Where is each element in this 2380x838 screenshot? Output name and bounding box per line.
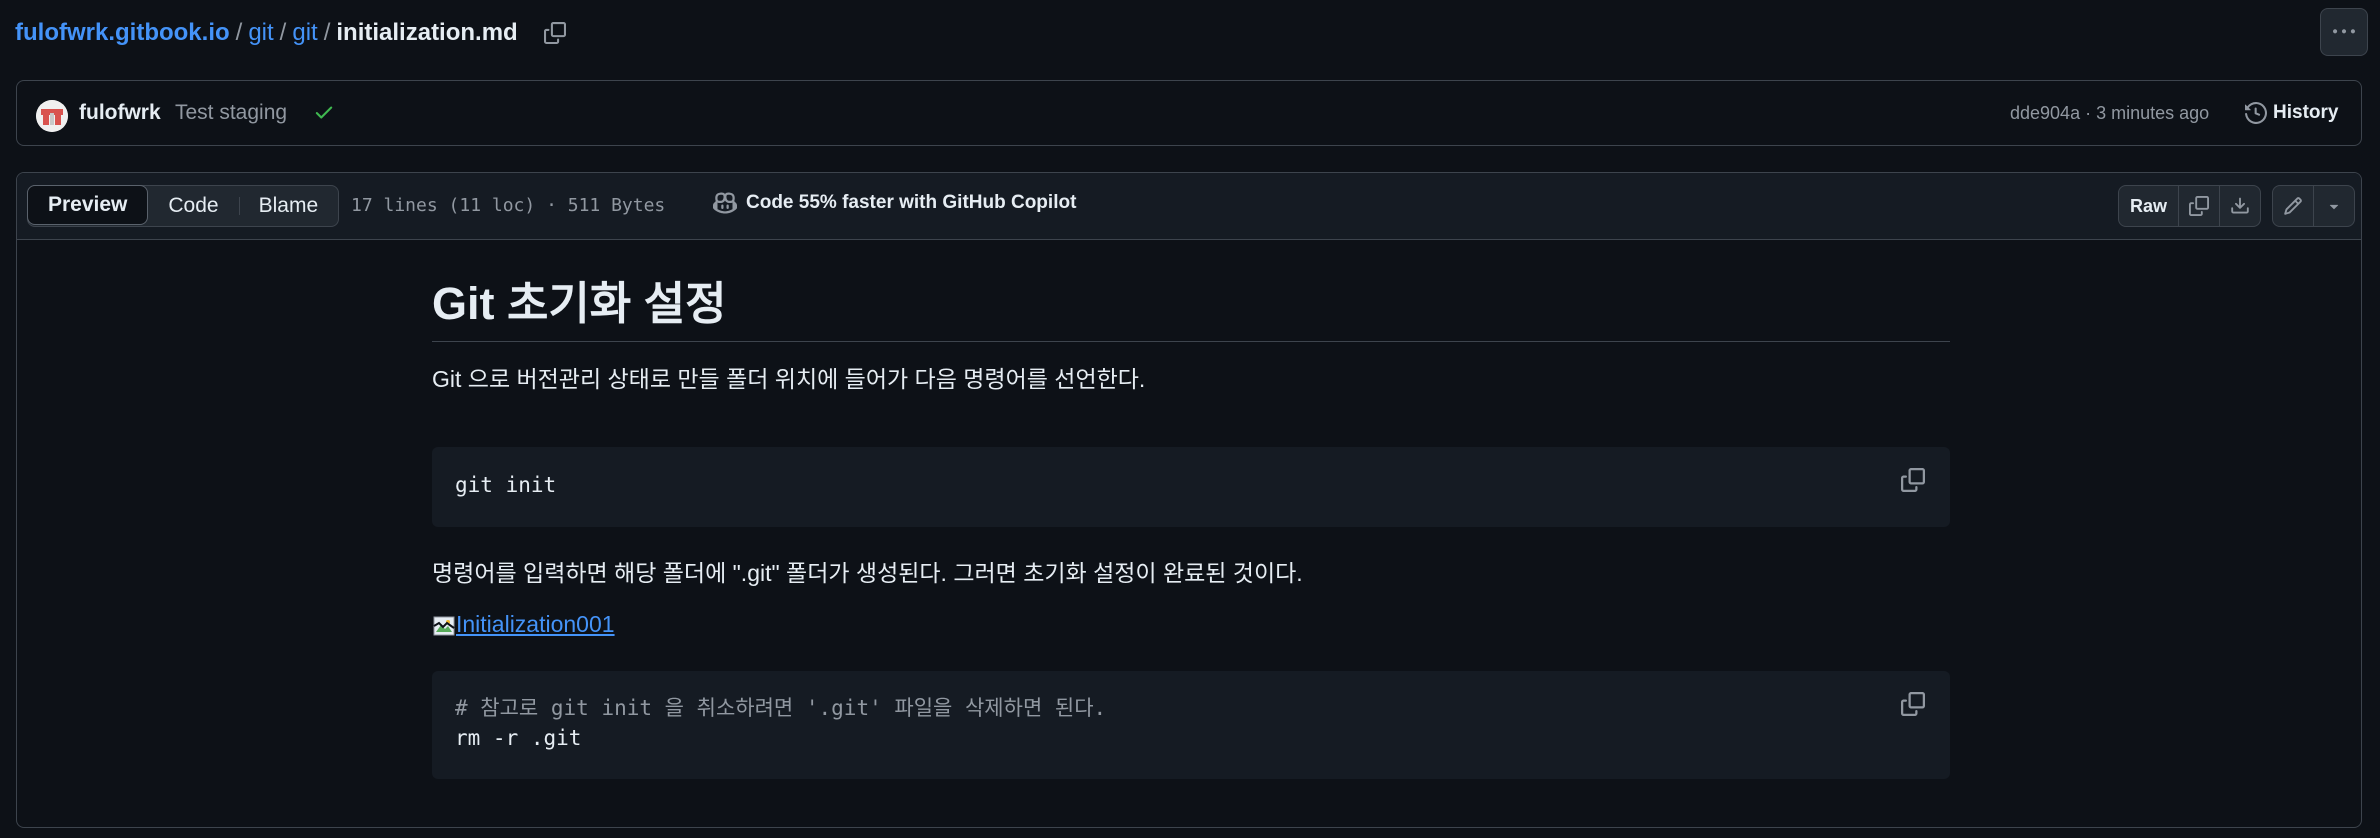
- commit-message-link[interactable]: Test staging: [175, 101, 287, 125]
- view-mode-switch: Preview Code Blame: [27, 185, 340, 227]
- raw-button[interactable]: Raw: [2119, 186, 2179, 226]
- copy-icon: [1901, 692, 1925, 716]
- image-alt-text: Initialization001: [456, 611, 615, 637]
- code-text: git init: [455, 473, 557, 497]
- code-command: rm -r .git: [455, 726, 582, 750]
- tab-blame[interactable]: Blame: [238, 186, 339, 226]
- breadcrumb-repo-link[interactable]: fulofwrk.gitbook.io: [15, 19, 230, 47]
- breadcrumb-separator: /: [323, 19, 331, 46]
- copy-icon: [2189, 196, 2209, 216]
- pencil-icon: [2284, 197, 2302, 215]
- paragraph: Git 으로 버전관리 상태로 만들 폴더 위치에 들어가 다음 명령어를 선언…: [432, 366, 1146, 392]
- breadcrumb-filename: initialization.md: [336, 19, 518, 46]
- copilot-icon: [713, 192, 737, 214]
- latest-commit-bar: fulofwrk Test staging dde904a · 3 minute…: [16, 80, 2362, 146]
- tab-preview[interactable]: Preview: [27, 185, 149, 225]
- triangle-down-icon: [2329, 204, 2339, 210]
- code-text: # 참고로 git init 을 취소하려면 '.git' 파일을 삭제하면 된…: [455, 693, 1106, 753]
- commit-author-link[interactable]: fulofwrk: [79, 101, 161, 125]
- download-icon: [2231, 197, 2249, 214]
- history-button[interactable]: History: [2245, 95, 2338, 131]
- more-options-button[interactable]: [2320, 8, 2368, 56]
- code-block: git init: [432, 447, 1950, 527]
- code-comment: # 참고로 git init 을 취소하려면 '.git' 파일을 삭제하면 된…: [455, 696, 1107, 720]
- breadcrumb-separator: /: [235, 19, 243, 46]
- tab-code[interactable]: Code: [148, 186, 238, 226]
- file-view: Preview Code Blame 17 lines (11 loc) · 5…: [16, 172, 2362, 828]
- file-size-info: 17 lines (11 loc) · 511 Bytes: [351, 195, 666, 216]
- code-block: # 참고로 git init 을 취소하려면 '.git' 파일을 삭제하면 된…: [432, 671, 1950, 779]
- image-link[interactable]: Initialization001: [432, 611, 615, 638]
- file-path-bar: fulofwrk.gitbook.io / git / git / initia…: [0, 0, 2380, 64]
- download-raw-button[interactable]: [2220, 186, 2260, 226]
- paragraph: 명령어를 입력하면 해당 폴더에 ".git" 폴더가 생성된다. 그러면 초기…: [432, 560, 1303, 586]
- kebab-horizontal-icon: [2333, 29, 2355, 34]
- copy-icon: [543, 22, 566, 44]
- copy-raw-button[interactable]: [2179, 186, 2220, 226]
- edit-file-button[interactable]: [2273, 186, 2314, 226]
- history-icon: [2245, 102, 2267, 124]
- edit-options-dropdown[interactable]: [2314, 186, 2354, 226]
- copy-path-button[interactable]: [538, 16, 572, 50]
- copy-code-button[interactable]: [1896, 687, 1930, 721]
- breadcrumb-separator: /: [279, 19, 287, 46]
- edit-actions-group: [2272, 185, 2355, 227]
- commit-sha-and-time[interactable]: dde904a · 3 minutes ago: [2010, 103, 2209, 124]
- file-actions-group: Raw: [2118, 185, 2261, 227]
- history-label: History: [2273, 102, 2339, 123]
- check-icon[interactable]: [313, 101, 335, 123]
- copy-code-button[interactable]: [1896, 463, 1930, 497]
- copilot-promo-link[interactable]: Code 55% faster with GitHub Copilot: [713, 191, 1076, 215]
- page-title: Git 초기화 설정: [432, 278, 1950, 342]
- file-header: Preview Code Blame 17 lines (11 loc) · 5…: [17, 173, 2361, 240]
- breadcrumb-subfolder-link[interactable]: git: [292, 19, 317, 47]
- copy-icon: [1901, 468, 1925, 492]
- copilot-promo-text: Code 55% faster with GitHub Copilot: [746, 192, 1077, 213]
- breadcrumb-folder-link[interactable]: git: [248, 19, 273, 47]
- avatar[interactable]: [36, 100, 68, 132]
- broken-image-icon: [433, 616, 455, 636]
- breadcrumb: fulofwrk.gitbook.io / git / git / initia…: [15, 16, 572, 50]
